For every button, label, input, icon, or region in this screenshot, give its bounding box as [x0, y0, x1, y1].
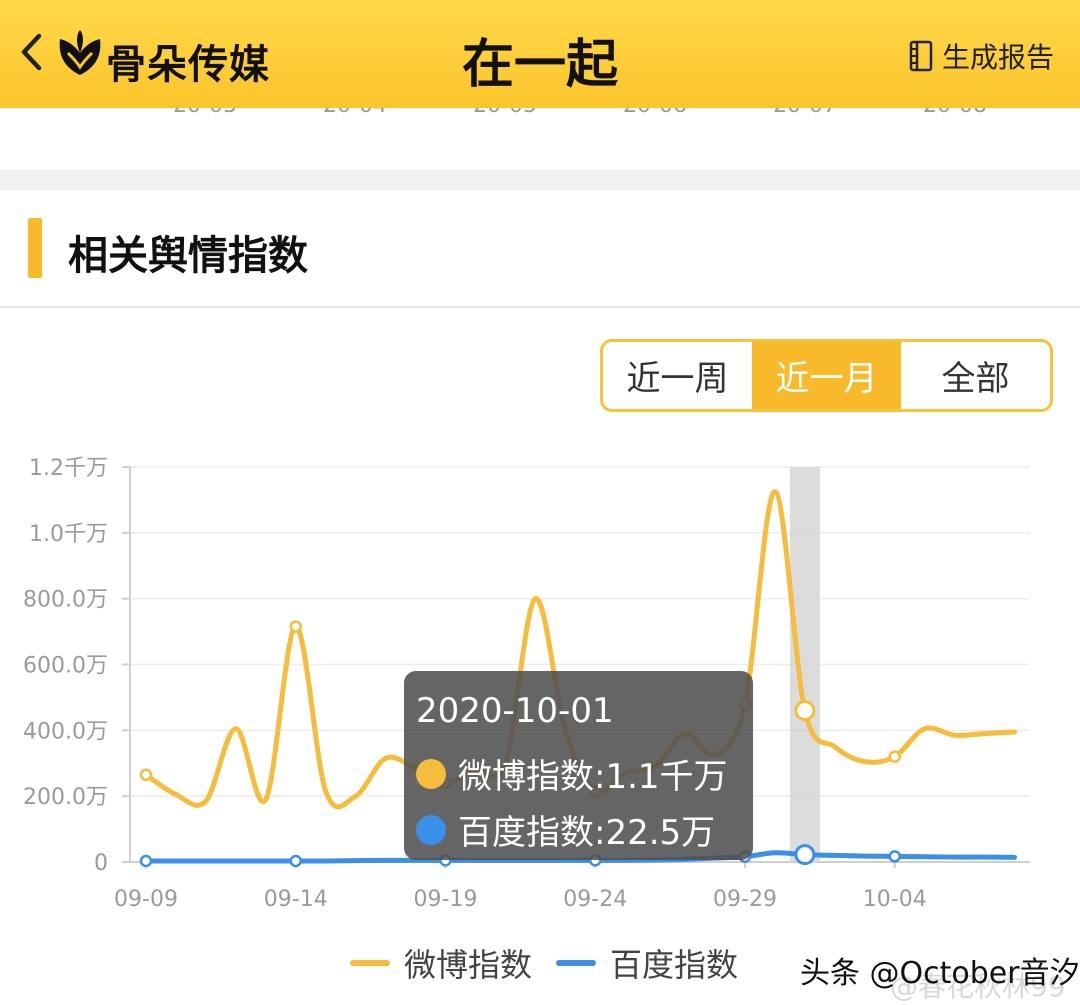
chevron-left-icon — [21, 33, 42, 71]
time-range-selector: 近一周 近一月 全部 — [600, 339, 1053, 412]
brand-logo-icon — [59, 30, 101, 75]
previous-chart-axis: 20-03 20-04 20-05 20-06 20-07 20-08 — [0, 108, 1080, 170]
generate-report-button[interactable]: 生成报告 — [908, 36, 1054, 76]
legend-label-baidu: 百度指数 — [610, 946, 739, 984]
tab-month[interactable]: 近一月 — [752, 342, 901, 409]
baidu-dot-icon — [416, 814, 446, 845]
legend-label-weibo: 微博指数 — [404, 946, 533, 984]
x-tick-label: 09-19 — [414, 887, 478, 912]
brand-name: 骨朵传媒 — [106, 42, 270, 88]
y-tick-label: 600.0万 — [23, 654, 108, 679]
legend-item-baidu[interactable]: 百度指数 — [556, 940, 738, 986]
previous-axis-tick-label: 20-04 — [323, 108, 387, 118]
baidu-highlight-point — [794, 844, 816, 866]
y-tick-label: 0 — [94, 851, 108, 876]
x-tick-label: 09-29 — [713, 887, 777, 912]
baidu-point — [289, 854, 302, 868]
tab-week[interactable]: 近一周 — [603, 342, 752, 409]
baidu-point — [139, 854, 153, 868]
y-tick-label: 800.0万 — [23, 588, 108, 613]
section-header: 相关舆情指数 — [0, 190, 1080, 308]
highlight-band — [789, 467, 820, 862]
tooltip-row-baidu: 百度指数:22.5万 — [416, 805, 715, 854]
previous-axis-tick-label: 20-03 — [173, 108, 237, 118]
tooltip-row-weibo: 微博指数:1.1千万 — [416, 749, 728, 798]
y-tick-label: 1.0千万 — [29, 522, 108, 547]
app-header: 骨朵传媒 在一起 生成报告 — [0, 0, 1080, 108]
section-divider — [0, 170, 1080, 190]
weibo-legend-swatch — [350, 960, 390, 966]
legend-item-weibo[interactable]: 微博指数 — [350, 940, 532, 986]
section-title: 相关舆情指数 — [68, 233, 308, 279]
section-accent-bar — [28, 218, 42, 278]
page-title: 在一起 — [461, 35, 618, 95]
tooltip-weibo-value: 微博指数:1.1千万 — [458, 757, 728, 797]
x-tick-label: 09-24 — [563, 887, 627, 912]
report-label: 生成报告 — [941, 41, 1054, 74]
weibo-point — [289, 620, 302, 633]
previous-axis-tick-label: 20-05 — [473, 108, 537, 118]
previous-axis-tick-label: 20-07 — [773, 108, 837, 118]
y-tick-label: 400.0万 — [23, 719, 108, 744]
baidu-legend-swatch — [556, 960, 596, 966]
weibo-dot-icon — [416, 758, 446, 789]
previous-axis-tick-label: 20-06 — [623, 108, 687, 118]
chart-tooltip: 2020-10-01 微博指数:1.1千万 百度指数:22.5万 — [404, 671, 753, 860]
y-tick-label: 1.2千万 — [29, 456, 108, 481]
previous-axis-tick-label: 20-08 — [923, 108, 987, 118]
tab-all[interactable]: 全部 — [901, 342, 1050, 409]
x-tick-label: 09-09 — [114, 887, 178, 912]
previous-axis-labels: 20-03 20-04 20-05 20-06 20-07 20-08 — [173, 108, 987, 118]
baidu-point — [888, 850, 901, 863]
x-tick-label: 09-14 — [264, 887, 328, 912]
report-icon — [909, 40, 933, 72]
weibo-point — [139, 768, 153, 782]
weibo-point — [888, 750, 901, 763]
x-tick-label: 10-04 — [863, 887, 927, 912]
y-tick-label: 200.0万 — [23, 785, 108, 810]
back-button[interactable] — [14, 28, 50, 76]
tooltip-baidu-value: 百度指数:22.5万 — [458, 813, 716, 853]
tooltip-date: 2020-10-01 — [416, 691, 614, 731]
watermark: 头条 @October音汐 — [800, 956, 1080, 991]
weibo-highlight-point — [794, 700, 816, 722]
